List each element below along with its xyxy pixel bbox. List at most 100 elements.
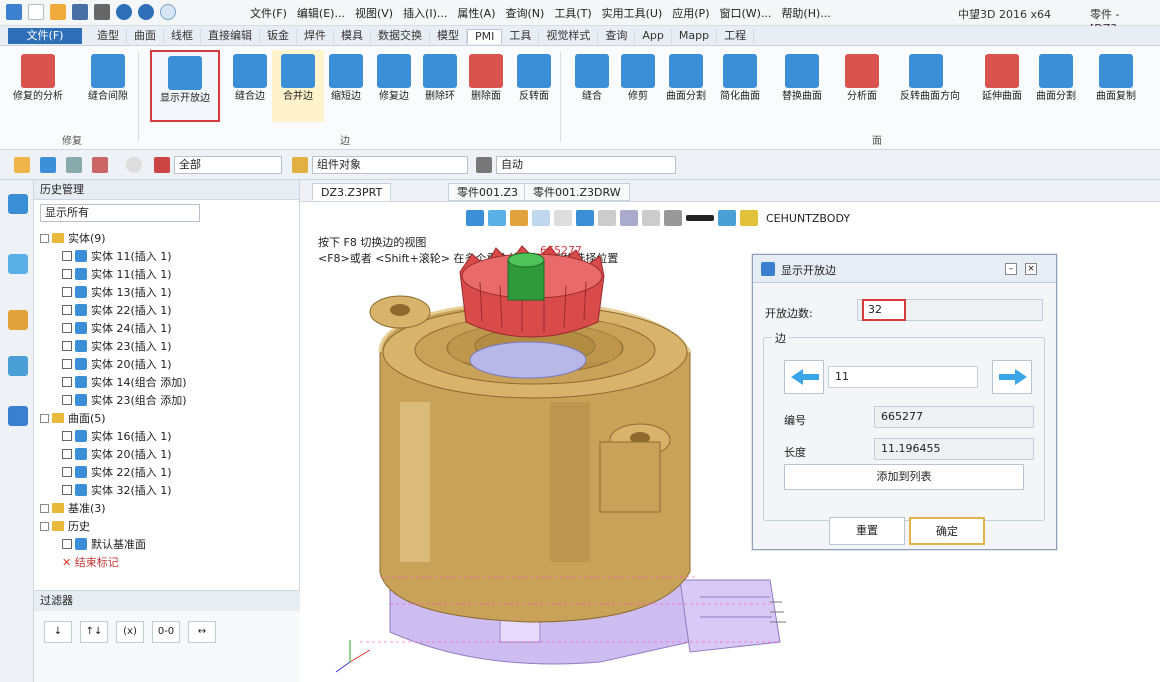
print-icon[interactable] [94,4,110,20]
display-icon[interactable] [66,157,82,173]
tree-item[interactable]: 实体 11(插入 1) [40,248,294,266]
open-folder-icon[interactable] [50,4,66,20]
visibility-checkbox[interactable] [62,449,72,459]
filter-button-1[interactable]: ↑↓ [80,621,108,643]
visibility-checkbox[interactable] [62,305,72,315]
expand-toggle[interactable] [40,414,49,423]
tree-item[interactable]: 实体 23(组合 添加) [40,392,294,410]
tree-item[interactable]: 实体 32(插入 1) [40,482,294,500]
attributes-icon[interactable] [8,310,28,330]
assembly-icon[interactable] [8,254,28,274]
ribbon-tab-4[interactable]: 钣金 [260,29,297,44]
filter-combo[interactable]: 全部 [174,156,282,174]
save-icon[interactable] [72,4,88,20]
filter-button-3[interactable]: 0-0 [152,621,180,643]
clock-icon[interactable] [126,157,142,173]
ribbon-tab-12[interactable]: 查询 [598,29,636,44]
tree-item[interactable]: 实体 14(组合 添加) [40,374,294,392]
ribbon-tab-6[interactable]: 模具 [334,29,371,44]
ribbon-button-18[interactable]: 曲面分割 [1030,50,1082,122]
tree-item[interactable]: 实体 11(插入 1) [40,266,294,284]
ribbon-tab-13[interactable]: App [635,29,672,44]
menu-utilities[interactable]: 实用工具(U) [602,5,663,21]
visibility-checkbox[interactable] [62,251,72,261]
doc-tab-part001[interactable]: 零件001.Z3 [448,183,528,201]
ribbon-button-11[interactable]: 修剪 [612,50,664,122]
reset-button[interactable]: 重置 [829,517,905,545]
ribbon-tab-5[interactable]: 焊件 [297,29,334,44]
history-icon[interactable] [8,194,28,214]
ribbon-button-3[interactable]: 缝合边 [224,50,276,122]
dialog-close-button[interactable]: × [1025,263,1037,275]
tree-filter-combo[interactable]: 显示所有 [40,204,200,222]
ribbon-button-10[interactable]: 缝合 [566,50,618,122]
ribbon-tab-2[interactable]: 线框 [164,29,201,44]
ribbon-tab-14[interactable]: Mapp [672,29,718,44]
visibility-checkbox[interactable] [62,539,72,549]
ribbon-button-7[interactable]: 删除环 [414,50,466,122]
dialog-minimize-button[interactable]: – [1005,263,1017,275]
view-icon[interactable] [476,157,492,173]
ribbon-tab-9[interactable]: PMI [467,29,503,44]
select-pointer-icon[interactable] [14,157,30,173]
add-to-list-button[interactable]: 添加到列表 [784,464,1024,490]
tree-folder[interactable]: 实体(9) [40,230,294,248]
ribbon-button-12[interactable]: 曲面分割 [660,50,712,122]
ribbon-tab-3[interactable]: 直接编辑 [201,29,260,44]
expand-toggle[interactable] [40,504,49,513]
visibility-checkbox[interactable] [62,359,72,369]
filter-button-0[interactable]: ↓ [44,621,72,643]
ribbon-tab-15[interactable]: 工程 [717,29,755,44]
redo-icon[interactable] [138,4,154,20]
tree-item[interactable]: 实体 20(插入 1) [40,446,294,464]
undo-icon[interactable] [116,4,132,20]
visibility-checkbox[interactable] [62,467,72,477]
pick-filter-icon[interactable] [154,157,170,173]
menu-query[interactable]: 查询(N) [506,5,545,21]
visibility-checkbox[interactable] [62,269,72,279]
menu-attribute[interactable]: 属性(A) [457,5,495,21]
file-tab[interactable]: 文件(F) [8,28,82,44]
edge-index-field[interactable]: 11 [828,366,978,388]
ribbon-tab-0[interactable]: 造型 [90,29,127,44]
count-field[interactable]: 32 [862,299,906,321]
ribbon-button-8[interactable]: 删除面 [460,50,512,122]
tree-item[interactable]: 实体 22(插入 1) [40,464,294,482]
visibility-checkbox[interactable] [62,431,72,441]
visibility-checkbox[interactable] [62,323,72,333]
menu-tools[interactable]: 工具(T) [554,5,591,21]
next-edge-button[interactable] [992,360,1032,394]
previous-edge-button[interactable] [784,360,824,394]
tree-item[interactable]: ✕ 结束标记 [40,554,294,572]
ribbon-button-1[interactable]: 缝合间隙 [82,50,134,122]
pick-combo[interactable]: 组件对象 [312,156,468,174]
rebuild-icon[interactable] [160,4,176,20]
filter-button-2[interactable]: (x) [116,621,144,643]
ribbon-button-17[interactable]: 延伸曲面 [976,50,1028,122]
ribbon-button-16[interactable]: 反转曲面方向 [900,50,960,122]
tree-item[interactable]: 默认基准面 [40,536,294,554]
component-icon[interactable] [292,157,308,173]
filter-button-4[interactable]: ↔ [188,621,216,643]
ribbon-tab-8[interactable]: 模型 [430,29,467,44]
ribbon-button-14[interactable]: 替换曲面 [776,50,828,122]
visibility-checkbox[interactable] [62,395,72,405]
ok-button[interactable]: 确定 [909,517,985,545]
expand-toggle[interactable] [40,234,49,243]
ribbon-tab-10[interactable]: 工具 [502,29,540,44]
tree-item[interactable]: 实体 24(插入 1) [40,320,294,338]
doc-tab-part001-drw[interactable]: 零件001.Z3DRW [524,183,630,201]
ribbon-button-4[interactable]: 合并边 [272,50,324,122]
new-file-icon[interactable] [28,4,44,20]
menu-view[interactable]: 视图(V) [355,5,393,21]
tree-item[interactable]: 实体 23(插入 1) [40,338,294,356]
ribbon-button-13[interactable]: 简化曲面 [714,50,766,122]
ribbon-tab-11[interactable]: 视觉样式 [539,29,599,44]
menu-file[interactable]: 文件(F) [250,5,287,21]
tree-folder[interactable]: 历史 [40,518,294,536]
snap-icon[interactable] [92,157,108,173]
menu-window[interactable]: 窗口(W)... [719,5,771,21]
visibility-checkbox[interactable] [62,377,72,387]
tree-folder[interactable]: 基准(3) [40,500,294,518]
ribbon-button-2[interactable]: 显示开放边 [150,50,220,122]
